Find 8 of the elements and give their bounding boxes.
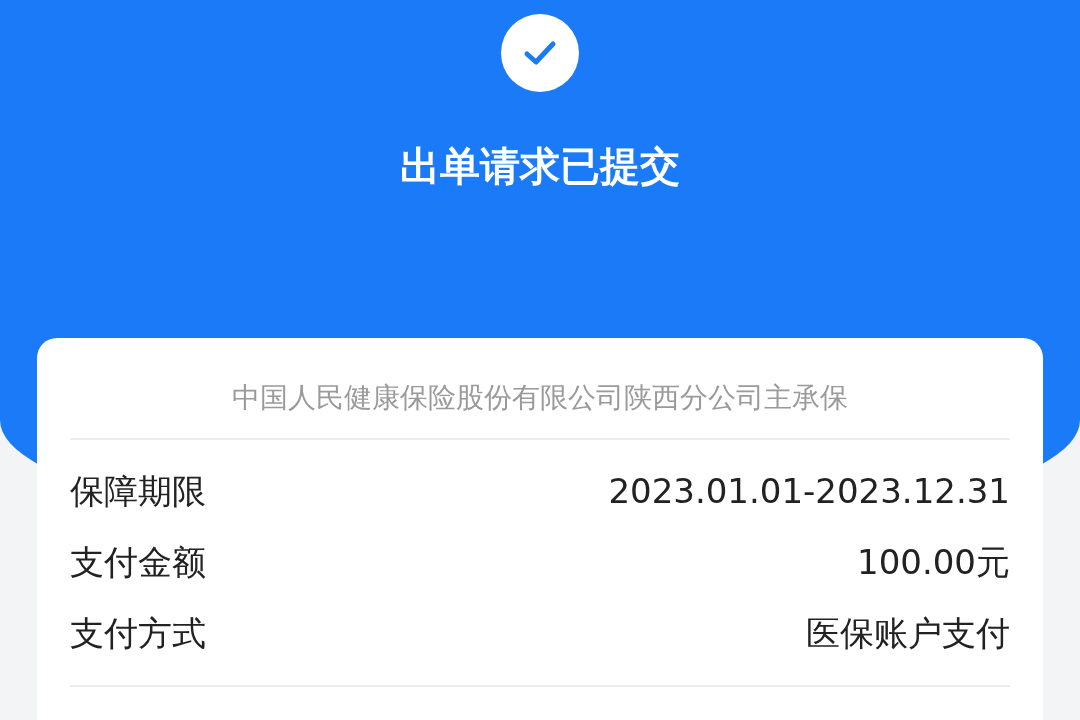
insurer-text: 中国人民健康保险股份有限公司陕西分公司主承保 bbox=[70, 338, 1010, 440]
row-value: 2023.01.01-2023.12.31 bbox=[608, 470, 1010, 513]
row-value: 医保账户支付 bbox=[806, 612, 1010, 655]
row-value: 100.00元 bbox=[857, 541, 1010, 584]
page-title: 出单请求已提交 bbox=[400, 142, 680, 190]
row-label: 保障期限 bbox=[70, 470, 206, 513]
row-label: 支付金额 bbox=[70, 541, 206, 584]
row-label: 支付方式 bbox=[70, 612, 206, 655]
